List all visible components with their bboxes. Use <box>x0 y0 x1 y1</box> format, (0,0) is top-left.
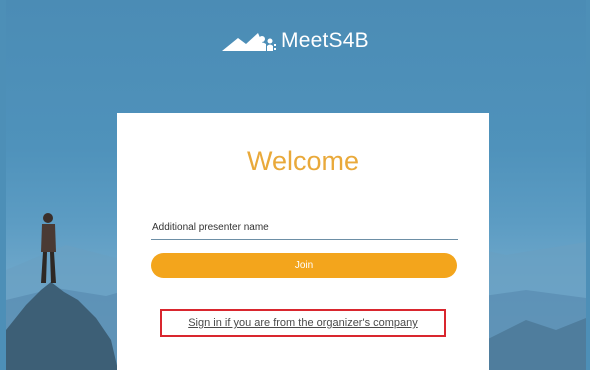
app-window: MeetS4B Welcome Join Sign in if you are … <box>6 0 586 370</box>
join-button[interactable]: Join <box>151 253 457 278</box>
welcome-title: Welcome <box>246 146 360 176</box>
signin-highlight-box: Sign in if you are from the organizer's … <box>160 309 446 337</box>
brand-name: MeetS4B <box>281 29 369 52</box>
presenter-name-input[interactable] <box>151 217 458 240</box>
brand-logo: MeetS4B <box>222 28 369 54</box>
organizer-signin-link[interactable]: Sign in if you are from the organizer's … <box>162 311 444 335</box>
login-card: Welcome Join Sign in if you are from the… <box>117 113 489 370</box>
mountain-people-logo-icon <box>222 33 276 51</box>
